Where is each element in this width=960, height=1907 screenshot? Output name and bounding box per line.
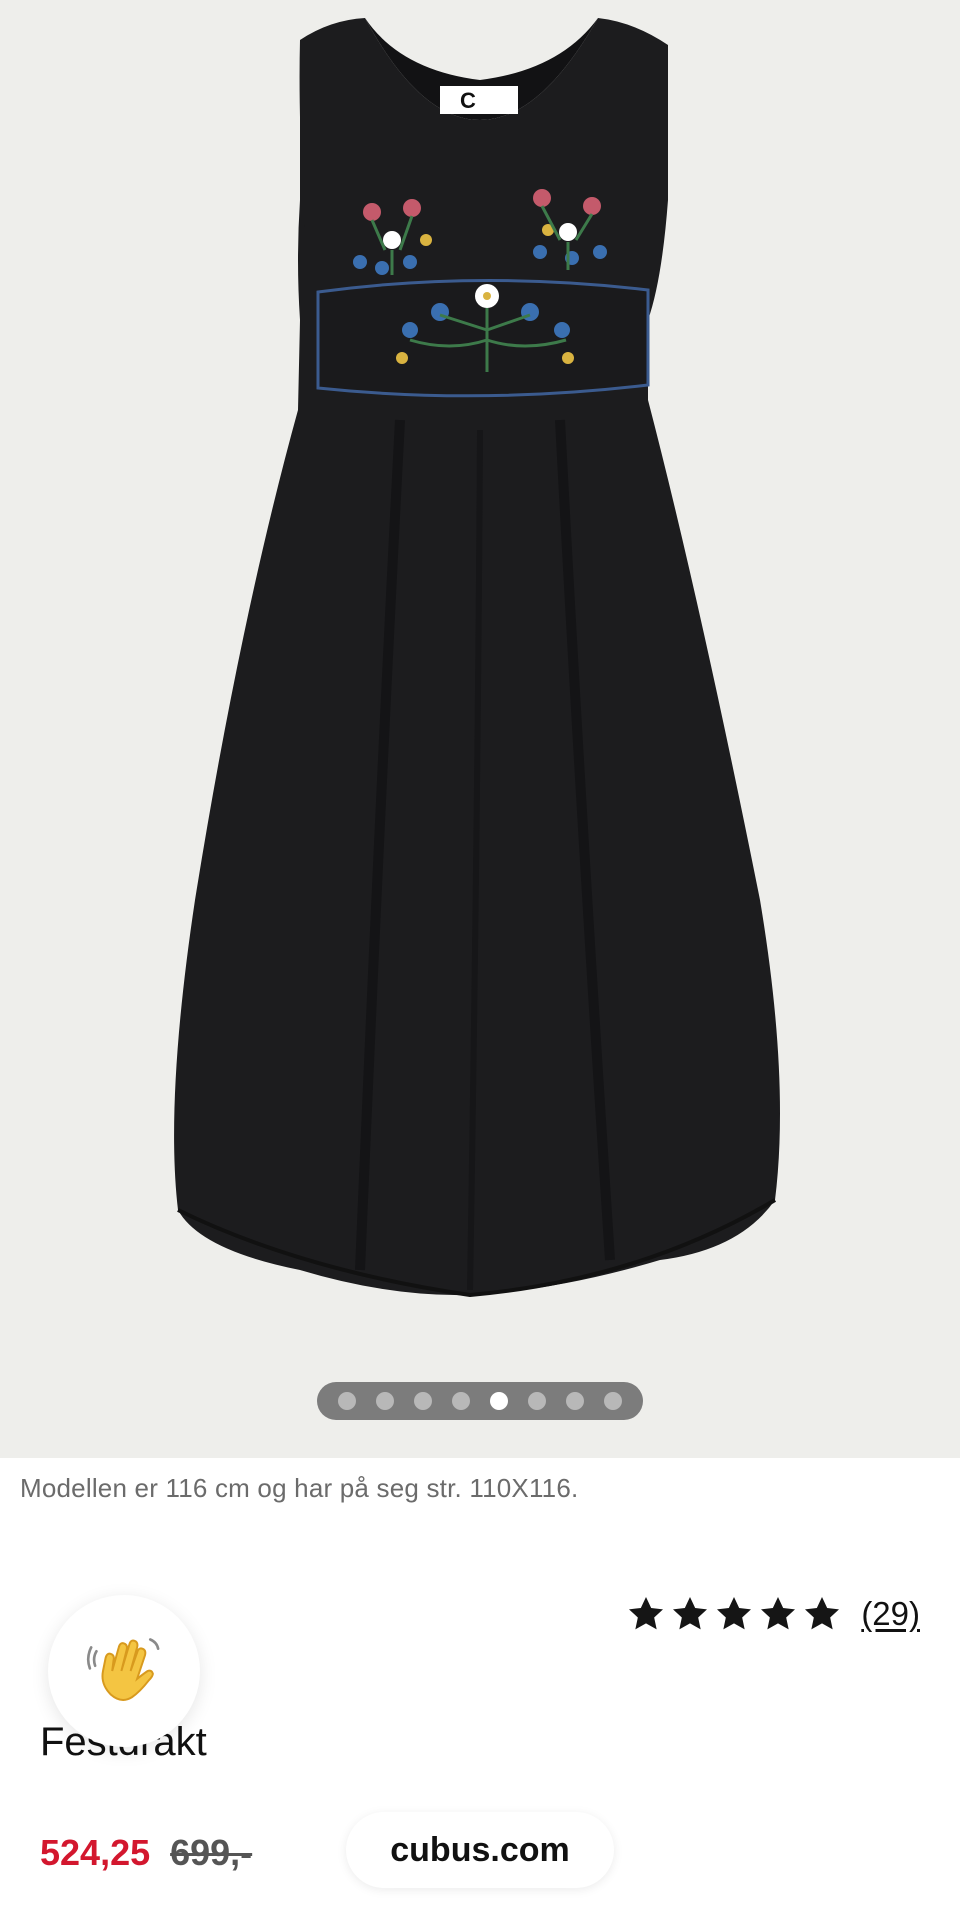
original-price: 699,- (170, 1832, 253, 1873)
product-image[interactable]: C (0, 0, 960, 1458)
product-page: C Modellen er 116 cm og har på seg str. … (0, 0, 960, 1907)
star-icon (629, 1597, 664, 1630)
pagination-dot[interactable] (528, 1392, 546, 1410)
rating-summary[interactable]: (29) (625, 1594, 920, 1634)
pagination-dot[interactable] (604, 1392, 622, 1410)
image-pagination-dots[interactable] (317, 1382, 643, 1420)
star-icon (761, 1597, 796, 1630)
star-icon (717, 1597, 752, 1630)
pagination-dot[interactable] (414, 1392, 432, 1410)
pagination-dot[interactable] (376, 1392, 394, 1410)
price-row: 524,25 699,- (40, 1832, 252, 1874)
pagination-dot[interactable] (490, 1392, 508, 1410)
waving-hand-icon (86, 1638, 160, 1701)
site-domain-pill[interactable]: cubus.com (346, 1812, 614, 1888)
pagination-dot[interactable] (338, 1392, 356, 1410)
star-icon (805, 1597, 840, 1630)
pagination-dot[interactable] (452, 1392, 470, 1410)
product-image-gallery[interactable]: C (0, 0, 960, 1458)
star-icon (673, 1597, 708, 1630)
chat-widget-button[interactable] (48, 1595, 200, 1747)
review-count-link[interactable]: (29) (861, 1595, 920, 1633)
svg-text:C: C (460, 88, 476, 113)
sale-price: 524,25 (40, 1832, 151, 1873)
model-size-note: Modellen er 116 cm og har på seg str. 11… (20, 1473, 579, 1503)
pagination-dot[interactable] (566, 1392, 584, 1410)
